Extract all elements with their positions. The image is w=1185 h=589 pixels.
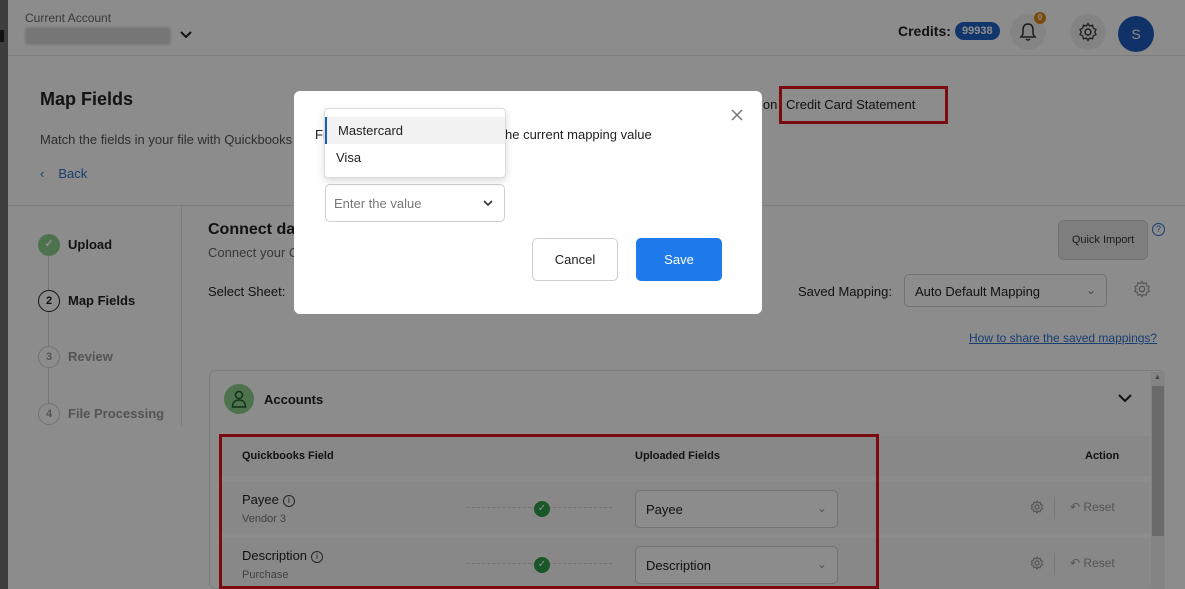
dropdown-option-visa[interactable]: Visa: [325, 144, 505, 171]
dialog-text-end: he current mapping value: [505, 127, 652, 142]
cancel-button[interactable]: Cancel: [532, 238, 618, 281]
close-button[interactable]: [731, 105, 743, 126]
app-page: Current Account Credits: 99938 0 S Map F…: [0, 0, 1185, 589]
value-select[interactable]: Enter the value: [325, 184, 505, 222]
save-button[interactable]: Save: [636, 238, 722, 281]
close-icon: [731, 109, 743, 121]
dropdown-option-mastercard[interactable]: Mastercard: [325, 117, 505, 144]
mapping-value-dialog: Fi he current mapping value Enter the va…: [294, 91, 762, 314]
chevron-down-icon: [483, 196, 493, 210]
value-select-placeholder: Enter the value: [334, 196, 422, 211]
value-dropdown-menu: Mastercard Visa: [324, 108, 506, 178]
